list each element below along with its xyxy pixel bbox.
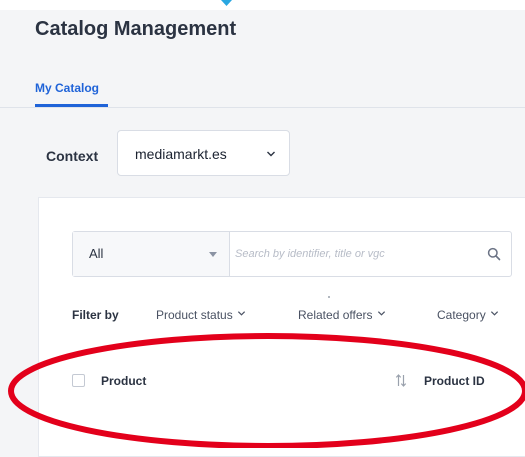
tab-my-catalog[interactable]: My Catalog: [35, 81, 99, 95]
caret-down-icon: [209, 252, 217, 257]
context-value: mediamarkt.es: [135, 146, 227, 162]
filter-label: Category: [437, 308, 486, 322]
filter-related-offers[interactable]: Related offers: [298, 308, 386, 322]
search-input[interactable]: [233, 238, 473, 270]
decorative-dot: [328, 296, 330, 298]
filter-by-label: Filter by: [72, 308, 119, 322]
sort-icon[interactable]: [395, 374, 407, 387]
page-title: Catalog Management: [35, 18, 237, 40]
search-group: All: [72, 231, 512, 277]
chevron-down-icon: [237, 311, 245, 316]
search-scope-select[interactable]: All: [73, 232, 230, 276]
filter-product-status[interactable]: Product status: [156, 308, 246, 322]
search-scope-value: All: [89, 246, 104, 261]
tabs-divider: [0, 107, 525, 108]
filter-label: Related offers: [298, 308, 373, 322]
filter-category[interactable]: Category: [437, 308, 499, 322]
top-band: [0, 0, 525, 10]
column-header-product[interactable]: Product: [101, 374, 146, 388]
context-label: Context: [46, 148, 99, 164]
search-icon[interactable]: [487, 247, 501, 261]
select-all-checkbox[interactable]: [72, 374, 85, 387]
chevron-down-icon: [490, 311, 498, 316]
context-select[interactable]: mediamarkt.es: [117, 130, 290, 176]
column-header-product-id[interactable]: Product ID: [424, 374, 485, 388]
filter-label: Product status: [156, 308, 233, 322]
chevron-down-icon: [377, 311, 385, 316]
chevron-down-icon: [267, 151, 275, 157]
